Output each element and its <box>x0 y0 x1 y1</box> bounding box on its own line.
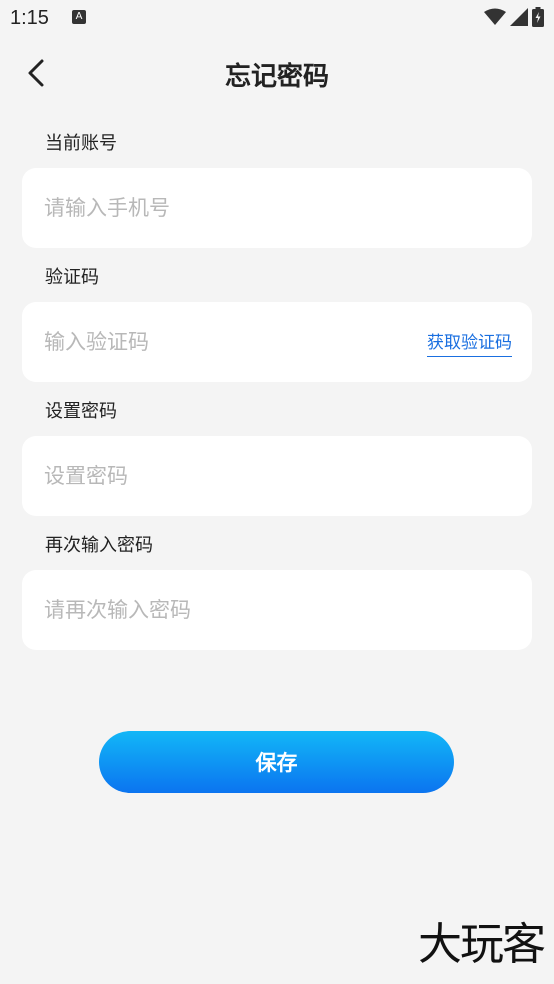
code-label: 验证码 <box>45 267 99 288</box>
battery-icon <box>532 7 544 31</box>
account-field-box <box>22 168 532 248</box>
get-code-button[interactable]: 获取验证码 <box>427 328 512 357</box>
status-time: 1:15 <box>10 7 49 29</box>
password-field-box <box>22 436 532 516</box>
nav-bar: 忘记密码 <box>0 40 554 110</box>
password-label: 设置密码 <box>45 401 117 422</box>
wifi-icon <box>484 8 506 30</box>
verification-code-input[interactable] <box>42 321 427 363</box>
forgot-password-form: 当前账号 验证码 获取验证码 设置密码 再次输入密码 <box>22 130 532 666</box>
phone-input[interactable] <box>42 187 512 229</box>
notification-app-icon: A <box>72 10 86 24</box>
watermark-logo: 大玩客 <box>418 919 546 970</box>
status-icons <box>484 7 544 31</box>
account-label: 当前账号 <box>45 133 117 154</box>
code-field-box: 获取验证码 <box>22 302 532 382</box>
cellular-signal-icon <box>510 8 528 30</box>
status-bar: 1:15 A <box>0 0 554 38</box>
page-title: 忘记密码 <box>224 62 329 92</box>
save-button[interactable]: 保存 <box>99 731 454 793</box>
new-password-input[interactable] <box>42 455 512 497</box>
confirm-password-label: 再次输入密码 <box>45 535 153 556</box>
confirm-password-field-box <box>22 570 532 650</box>
confirm-password-input[interactable] <box>42 589 512 631</box>
